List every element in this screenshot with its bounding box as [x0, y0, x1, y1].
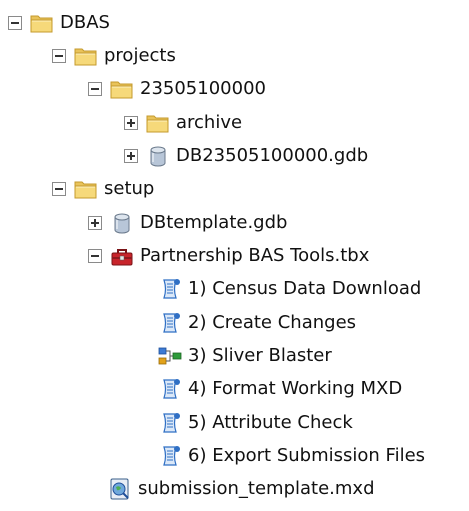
- folder-icon: [30, 12, 54, 34]
- tree-node-label: submission_template.mxd: [138, 478, 375, 499]
- tool-census-data-download[interactable]: 1) Census Data Download: [158, 272, 421, 306]
- tree-node-label: 23505100000: [140, 78, 266, 99]
- tree-node-setup[interactable]: setup: [52, 172, 154, 206]
- tool-label: 5) Attribute Check: [188, 412, 353, 433]
- tool-label: 4) Format Working MXD: [188, 378, 403, 399]
- tree-node-label: DBtemplate.gdb: [140, 212, 288, 233]
- collapse-icon[interactable]: [52, 182, 66, 196]
- script-tool-icon: [158, 445, 182, 467]
- tree-node-submission-template-mxd[interactable]: submission_template.mxd: [108, 472, 375, 506]
- tool-label: 1) Census Data Download: [188, 278, 422, 299]
- tool-attribute-check[interactable]: 5) Attribute Check: [158, 406, 353, 440]
- tree-node-project-gdb[interactable]: DB23505100000.gdb: [124, 139, 368, 173]
- script-tool-icon: [158, 312, 182, 334]
- folder-icon: [146, 112, 170, 134]
- tree-node-dbas[interactable]: DBAS: [8, 6, 110, 40]
- geodatabase-icon: [110, 212, 134, 234]
- tool-export-submission-files[interactable]: 6) Export Submission Files: [158, 439, 425, 473]
- tree-node-label: projects: [104, 45, 176, 66]
- map-document-icon: [108, 478, 132, 500]
- geodatabase-icon: [146, 145, 170, 167]
- collapse-icon[interactable]: [88, 82, 102, 96]
- tree-node-label: Partnership BAS Tools.tbx: [140, 245, 370, 266]
- tool-format-working-mxd[interactable]: 4) Format Working MXD: [158, 372, 402, 406]
- tool-label: 6) Export Submission Files: [188, 445, 426, 466]
- tree-node-label: setup: [104, 178, 155, 199]
- expand-icon[interactable]: [124, 116, 138, 130]
- collapse-icon[interactable]: [88, 249, 102, 263]
- tree-node-archive[interactable]: archive: [124, 106, 242, 140]
- folder-icon: [74, 178, 98, 200]
- folder-icon: [110, 78, 134, 100]
- tree-node-label: DBAS: [60, 12, 110, 33]
- tree-node-23505100000[interactable]: 23505100000: [88, 72, 266, 106]
- expand-icon[interactable]: [88, 216, 102, 230]
- collapse-icon[interactable]: [8, 16, 22, 30]
- tool-label: 3) Sliver Blaster: [188, 345, 332, 366]
- script-tool-icon: [158, 378, 182, 400]
- tree-node-toolbox[interactable]: Partnership BAS Tools.tbx: [88, 239, 369, 273]
- script-tool-icon: [158, 412, 182, 434]
- tool-sliver-blaster[interactable]: 3) Sliver Blaster: [158, 339, 332, 373]
- expand-icon[interactable]: [124, 149, 138, 163]
- tool-label: 2) Create Changes: [188, 312, 357, 333]
- tree-node-label: archive: [176, 112, 243, 133]
- collapse-icon[interactable]: [52, 49, 66, 63]
- tree-node-projects[interactable]: projects: [52, 39, 176, 73]
- tool-create-changes[interactable]: 2) Create Changes: [158, 306, 356, 340]
- model-tool-icon: [158, 345, 182, 367]
- folder-icon: [74, 45, 98, 67]
- script-tool-icon: [158, 278, 182, 300]
- tree-node-label: DB23505100000.gdb: [176, 145, 369, 166]
- toolbox-icon: [110, 245, 134, 267]
- catalog-tree: DBAS projects 23505100000 archive DB2350…: [0, 0, 469, 511]
- tree-node-template-gdb[interactable]: DBtemplate.gdb: [88, 206, 287, 240]
